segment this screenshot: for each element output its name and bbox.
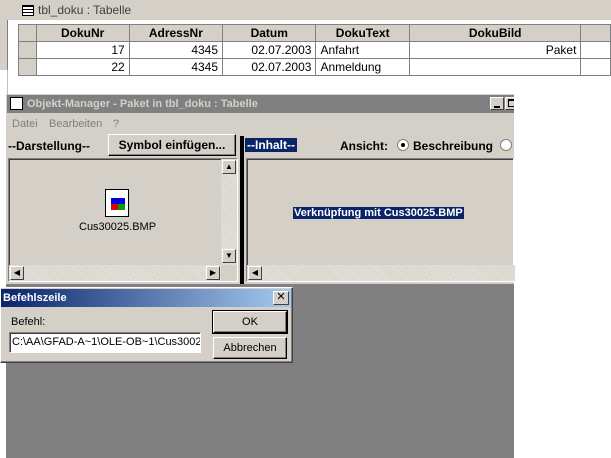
- windows-logo-icon: [111, 198, 125, 210]
- befehl-label: Befehl:: [11, 316, 46, 328]
- command-dialog: Befehlszeile ✕ Befehl: C:\AA\GFAD-A~1\OL…: [0, 287, 293, 363]
- command-dialog-titlebar[interactable]: Befehlszeile: [1, 289, 291, 307]
- object-manager-window: Objekt-Manager - Paket in tbl_doku : Tab…: [6, 94, 515, 458]
- column-header-extra: [580, 24, 611, 42]
- radio-dot-icon: [401, 143, 405, 147]
- menu-bearbeiten[interactable]: Bearbeiten: [49, 118, 102, 130]
- menu-datei[interactable]: Datei: [12, 118, 38, 130]
- package-icon: [10, 97, 23, 110]
- inhalt-scroll-left-button[interactable]: ◀: [248, 266, 262, 280]
- table-cell[interactable]: 02.07.2003: [222, 41, 317, 59]
- scroll-down-button[interactable]: ▼: [222, 249, 236, 263]
- object-manager-titlebar[interactable]: Objekt-Manager - Paket in tbl_doku : Tab…: [7, 95, 514, 113]
- column-header[interactable]: DokuNr: [35, 24, 130, 42]
- column-header[interactable]: Datum: [222, 24, 317, 42]
- table-cell[interactable]: Paket: [408, 41, 582, 59]
- row-selector[interactable]: [18, 58, 37, 76]
- table-window-title: tbl_doku : Tabelle: [38, 3, 132, 17]
- column-header[interactable]: DokuBild: [408, 24, 582, 42]
- ansicht-label: Ansicht:: [340, 139, 388, 153]
- scroll-right-button[interactable]: ▶: [206, 266, 220, 280]
- column-header[interactable]: DokuText: [315, 24, 410, 42]
- cancel-button[interactable]: Abbrechen: [213, 337, 287, 359]
- inhalt-horizontal-scrollbar[interactable]: [247, 265, 515, 281]
- radio-beschreibung-label: Beschreibung: [413, 139, 494, 153]
- inhalt-label: --Inhalt--: [245, 138, 297, 152]
- content-text: Verknüpfung mit Cus30025.BMP: [293, 207, 464, 219]
- inhalt-pane[interactable]: Verknüpfung mit Cus30025.BMP ◀: [246, 158, 515, 282]
- minimize-button[interactable]: [490, 97, 504, 110]
- column-header[interactable]: AdressNr: [128, 24, 224, 42]
- close-button[interactable]: ✕: [273, 291, 289, 305]
- table-cell[interactable]: Anmeldung: [315, 58, 410, 76]
- table-row[interactable]: 17 4345 02.07.2003 Anfahrt Paket: [18, 41, 611, 59]
- table-cell[interactable]: [408, 58, 582, 76]
- row-selector-header[interactable]: [18, 24, 37, 42]
- menu-help[interactable]: ?: [113, 118, 119, 130]
- darstellung-label: --Darstellung--: [8, 139, 90, 153]
- icon-caption: Cus30025.BMP: [79, 221, 157, 233]
- table-header-row: DokuNr AdressNr Datum DokuText DokuBild: [18, 24, 611, 42]
- table-row[interactable]: 22 4345 02.07.2003 Anmeldung: [18, 58, 611, 76]
- splitter-bar[interactable]: [240, 136, 244, 284]
- table-cell[interactable]: [580, 58, 611, 76]
- horizontal-scrollbar[interactable]: [9, 265, 221, 281]
- radio-other[interactable]: [500, 139, 512, 151]
- darstellung-pane[interactable]: Cus30025.BMP ▲ ▼ ◀ ▶: [8, 158, 238, 282]
- befehl-input[interactable]: C:\AA\GFAD-A~1\OLE-OB~1\Cus3002: [9, 332, 201, 353]
- table-icon: [22, 5, 34, 16]
- table-window: tbl_doku : Tabelle DokuNr AdressNr Datum…: [0, 0, 611, 76]
- command-dialog-title: Befehlszeile: [3, 292, 67, 304]
- befehl-input-value: C:\AA\GFAD-A~1\OLE-OB~1\Cus3002: [12, 336, 201, 348]
- table-cell[interactable]: [580, 41, 611, 59]
- scroll-up-button[interactable]: ▲: [222, 160, 236, 174]
- radio-beschreibung[interactable]: [397, 139, 409, 151]
- table-cell[interactable]: 4345: [128, 41, 224, 59]
- maximize-button[interactable]: [505, 97, 514, 110]
- table-cell[interactable]: 17: [35, 41, 130, 59]
- minimize-icon: [494, 106, 500, 108]
- scroll-left-button[interactable]: ◀: [10, 266, 24, 280]
- table-cell[interactable]: 4345: [128, 58, 224, 76]
- maximize-icon: [508, 99, 514, 107]
- object-manager-title: Objekt-Manager - Paket in tbl_doku : Tab…: [27, 98, 258, 110]
- insert-symbol-button[interactable]: Symbol einfügen...: [108, 134, 236, 156]
- table-cell[interactable]: 22: [35, 58, 130, 76]
- close-icon: ✕: [276, 291, 286, 303]
- table-window-titlebar[interactable]: tbl_doku : Tabelle: [0, 0, 611, 20]
- data-table: DokuNr AdressNr Datum DokuText DokuBild …: [18, 24, 611, 76]
- row-selector[interactable]: [18, 41, 37, 59]
- bmp-file-icon[interactable]: [105, 189, 129, 217]
- table-cell[interactable]: 02.07.2003: [222, 58, 317, 76]
- table-cell[interactable]: Anfahrt: [315, 41, 410, 59]
- ok-button[interactable]: OK: [212, 310, 288, 334]
